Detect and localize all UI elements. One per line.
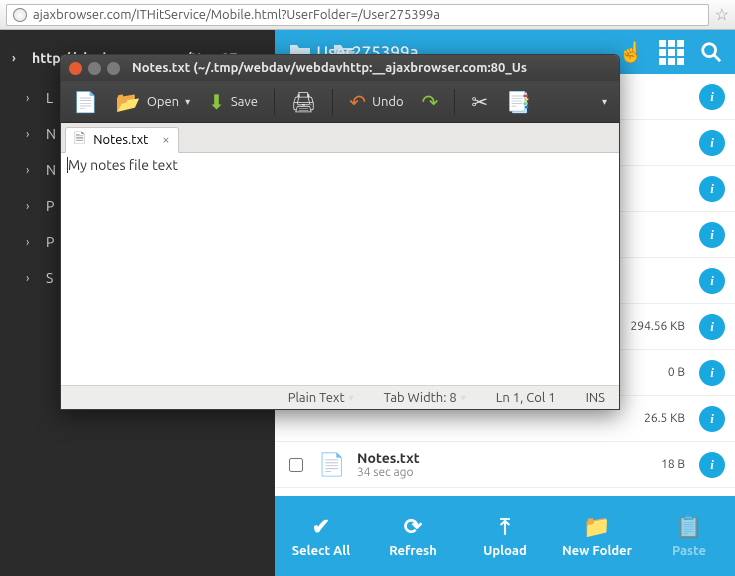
info-icon[interactable]: i	[699, 314, 725, 340]
save-icon: ⬇	[208, 90, 225, 114]
globe-icon	[13, 8, 27, 22]
chevron-right-icon: ›	[26, 236, 38, 249]
search-button[interactable]	[691, 30, 731, 74]
chevron-right-icon: ›	[26, 272, 38, 285]
url-field[interactable]: ajaxbrowser.com/ITHitService/Mobile.html…	[6, 4, 709, 26]
file-time: 34 sec ago	[357, 466, 605, 479]
redo-button[interactable]: ↷	[418, 88, 443, 116]
new-file-icon: 📄	[73, 90, 98, 114]
undo-icon: ↶	[349, 90, 366, 114]
upload-icon: ⤒	[500, 514, 510, 540]
pointer-icon	[619, 40, 644, 64]
file-checkbox[interactable]	[289, 458, 303, 472]
browser-address-bar: ajaxbrowser.com/ITHitService/Mobile.html…	[0, 0, 735, 30]
editor-text-area[interactable]: My notes file text	[61, 153, 619, 385]
file-name: Notes.txt	[357, 450, 605, 466]
info-icon[interactable]: i	[699, 222, 725, 248]
tab-close-icon[interactable]: ×	[162, 133, 169, 147]
info-icon[interactable]: i	[699, 360, 725, 386]
info-icon[interactable]: i	[699, 406, 725, 432]
redo-icon: ↷	[422, 90, 439, 114]
search-icon	[700, 41, 722, 63]
info-icon[interactable]: i	[699, 176, 725, 202]
grid-view-button[interactable]	[651, 30, 691, 74]
save-button[interactable]: ⬇Save	[204, 88, 262, 116]
print-icon: 🖨	[291, 90, 316, 114]
undo-button[interactable]: ↶Undo	[345, 88, 407, 116]
editor-tabs: 🗎 Notes.txt ×	[61, 123, 619, 153]
info-icon[interactable]: i	[699, 84, 725, 110]
chevron-down-icon: ▾	[185, 96, 190, 108]
editor-status-bar: Plain Text▾ Tab Width: 8▾ Ln 1, Col 1 IN…	[61, 385, 619, 409]
copy-button[interactable]: 📑	[502, 88, 535, 116]
insert-mode[interactable]: INS	[586, 391, 605, 405]
info-icon[interactable]: i	[699, 130, 725, 156]
file-size: 18 B	[605, 458, 685, 471]
chevron-right-icon: ›	[26, 200, 38, 213]
window-title-bar[interactable]: Notes.txt (~/.tmp/webdav/webdavhttp:__aj…	[61, 55, 619, 81]
print-button[interactable]: 🖨	[287, 88, 320, 116]
file-row[interactable]: 📄 Notes.txt 34 sec ago 18 B i	[275, 442, 735, 488]
file-row[interactable]: 🖼️ Presentation.key 33 sec ago 1.31 MB i	[275, 488, 735, 496]
new-folder-button[interactable]: 📁 New Folder	[551, 496, 643, 576]
chevron-right-icon: ›	[26, 128, 38, 141]
document-icon: 🗎	[74, 128, 85, 152]
tab-width-selector[interactable]: Tab Width: 8▾	[384, 391, 466, 405]
bottom-action-bar: ✔ Select All ⟳ Refresh ⤒ Upload 📁 New Fo…	[275, 496, 735, 576]
window-maximize-button[interactable]	[107, 62, 120, 75]
chevron-down-icon: ▾	[461, 392, 466, 404]
tab-label: Notes.txt	[93, 133, 148, 147]
window-title: Notes.txt (~/.tmp/webdav/webdavhttp:__aj…	[132, 61, 527, 75]
upload-button[interactable]: ⤒ Upload	[459, 496, 551, 576]
refresh-icon: ⟳	[404, 514, 422, 540]
info-icon[interactable]: i	[699, 268, 725, 294]
paste-icon: 📋	[675, 514, 702, 540]
check-icon: ✔	[312, 514, 330, 540]
url-text: ajaxbrowser.com/ITHitService/Mobile.html…	[33, 8, 440, 22]
open-folder-icon: 📂	[116, 90, 141, 114]
cut-button[interactable]: ✂	[467, 88, 492, 116]
editor-toolbar: 📄 📂Open▾ ⬇Save 🖨 ↶Undo ↷ ✂ 📑 ▾	[61, 81, 619, 123]
chevron-right-icon: ›	[12, 52, 24, 65]
editor-tab[interactable]: 🗎 Notes.txt ×	[65, 127, 179, 153]
copy-icon: 📑	[506, 90, 531, 114]
language-selector[interactable]: Plain Text▾	[288, 391, 354, 405]
grid-icon	[659, 40, 684, 65]
toolbar-overflow[interactable]: ▾	[602, 96, 611, 108]
select-all-button[interactable]: ✔ Select All	[275, 496, 367, 576]
paste-button[interactable]: 📋 Paste	[643, 496, 735, 576]
editor-content: My notes file text	[68, 157, 178, 173]
chevron-down-icon: ▾	[349, 392, 354, 404]
window-minimize-button[interactable]	[88, 62, 101, 75]
chevron-right-icon: ›	[26, 92, 38, 105]
new-file-button[interactable]: 📄	[69, 88, 102, 116]
bookmark-star-icon[interactable]: ☆	[715, 5, 729, 24]
window-close-button[interactable]	[69, 62, 82, 75]
open-button[interactable]: 📂Open▾	[112, 88, 194, 116]
info-icon[interactable]: i	[699, 452, 725, 478]
refresh-button[interactable]: ⟳ Refresh	[367, 496, 459, 576]
text-file-icon: 📄	[317, 450, 347, 480]
chevron-right-icon: ›	[26, 164, 38, 177]
cut-icon: ✂	[471, 90, 488, 114]
cursor-position: Ln 1, Col 1	[496, 391, 556, 405]
new-folder-icon: 📁	[583, 514, 610, 540]
text-editor-window: Notes.txt (~/.tmp/webdav/webdavhttp:__aj…	[60, 54, 620, 410]
